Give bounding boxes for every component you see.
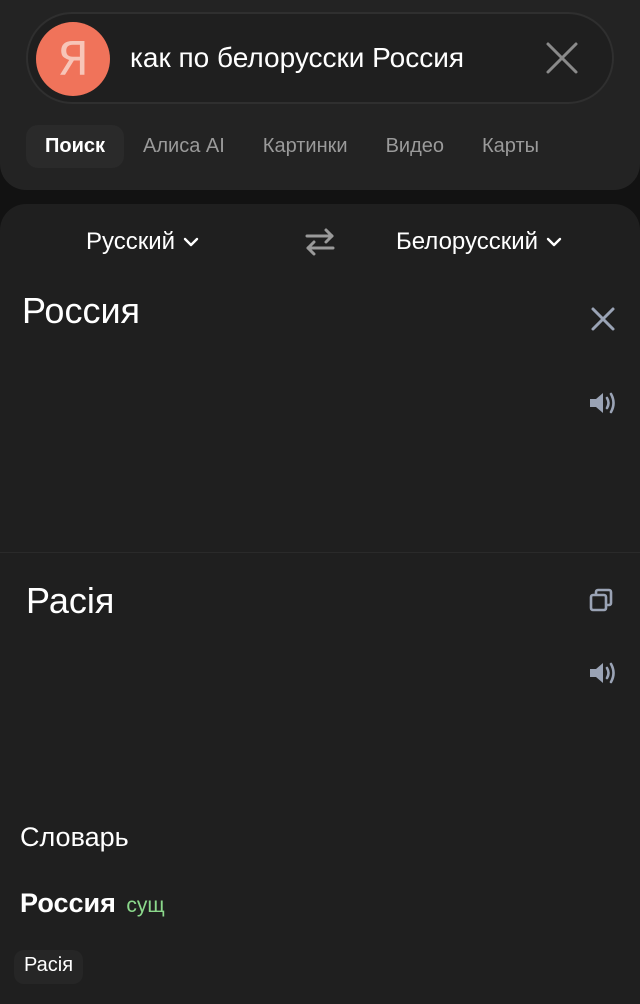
dictionary-translation-chip[interactable]: Расія [14, 950, 84, 984]
source-text-input[interactable]: Россия [22, 290, 140, 332]
tab-search[interactable]: Поиск [26, 124, 125, 168]
divider [0, 552, 640, 553]
tab-maps[interactable]: Карты [463, 125, 558, 168]
dictionary-entry: Россия сущ [20, 888, 165, 919]
part-of-speech: сущ [126, 894, 165, 917]
search-tabs: Поиск Алиса AI Картинки Видео Карты [26, 122, 558, 170]
close-icon[interactable] [590, 306, 616, 332]
swap-icon[interactable] [302, 224, 338, 260]
search-bar[interactable]: Я как по белорусски Россия [26, 12, 614, 104]
speaker-icon[interactable] [588, 660, 618, 686]
page: Я как по белорусски Россия Поиск Алиса A… [0, 0, 640, 1004]
copy-icon[interactable] [589, 588, 613, 612]
source-language-select[interactable]: Русский [86, 224, 199, 260]
chevron-down-icon [183, 237, 199, 247]
translation-output: Расія [26, 580, 115, 621]
translator-card: Русский Белорусский Россия Расія Словарь… [0, 204, 640, 1004]
chevron-down-icon [546, 237, 562, 247]
dictionary-word: Россия [20, 888, 116, 918]
search-input[interactable]: как по белорусски Россия [130, 42, 464, 74]
yandex-logo[interactable]: Я [36, 22, 110, 96]
speaker-icon[interactable] [588, 390, 618, 416]
source-language-label: Русский [86, 228, 176, 255]
target-language-select[interactable]: Белорусский [396, 224, 562, 260]
header: Я как по белорусски Россия Поиск Алиса A… [0, 0, 640, 190]
tab-images[interactable]: Картинки [244, 125, 367, 168]
target-language-label: Белорусский [396, 228, 539, 255]
close-icon[interactable] [544, 40, 580, 76]
dictionary-title: Словарь [20, 822, 129, 852]
tab-video[interactable]: Видео [367, 125, 463, 168]
tab-alice[interactable]: Алиса AI [124, 125, 244, 168]
